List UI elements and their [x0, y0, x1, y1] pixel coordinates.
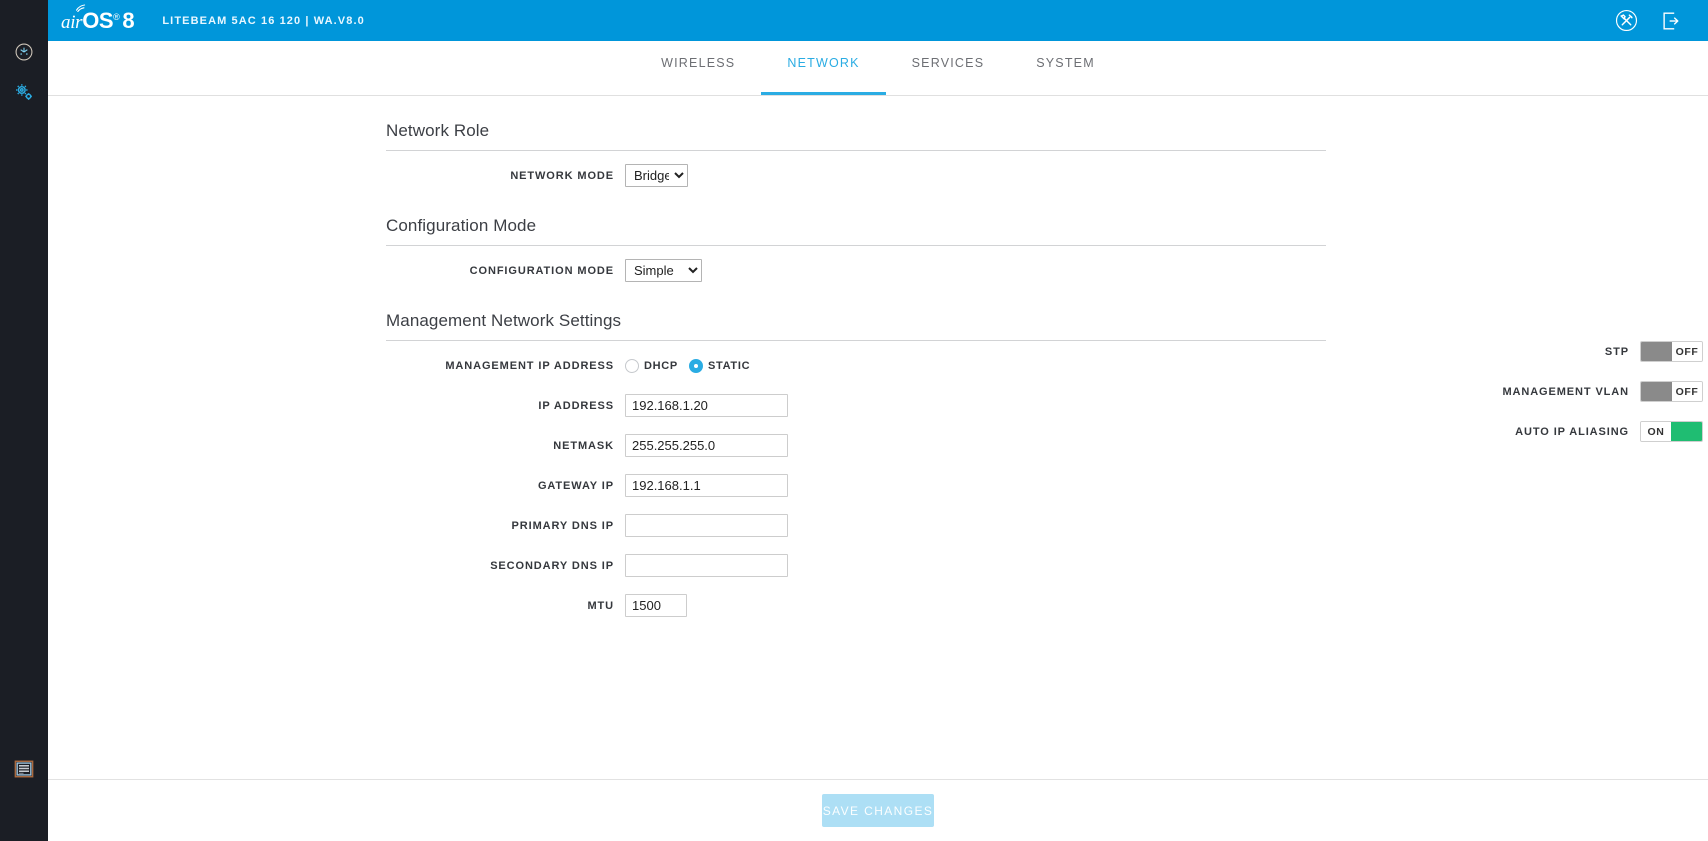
section-divider [386, 340, 1326, 341]
field-row-primary-dns-ip: PRIMARY DNS IP [378, 510, 1378, 541]
ip-address-input[interactable] [625, 394, 788, 417]
label-management-vlan: MANAGEMENT VLAN [1502, 385, 1629, 398]
top-header-bar: air OS ® 8 LITEBEAM 5AC 16 120 | WA.V8.0 [0, 0, 1708, 41]
auto-ip-aliasing-toggle-knob [1671, 422, 1702, 441]
label-netmask: NETMASK [553, 439, 614, 452]
label-stp: STP [1604, 345, 1629, 358]
logout-button[interactable] [1660, 10, 1682, 32]
field-row-mtu: MTU [378, 590, 1378, 621]
primary-dns-ip-input[interactable] [625, 514, 788, 537]
section-divider [386, 245, 1326, 246]
toggle-row-management-vlan: MANAGEMENT VLAN OFF [1373, 376, 1703, 407]
field-row-secondary-dns-ip: SECONDARY DNS IP [378, 550, 1378, 581]
wifi-signal-icon [75, 3, 86, 12]
tab-wireless[interactable]: WIRELESS [635, 41, 761, 95]
field-row-gateway-ip: GATEWAY IP [378, 470, 1378, 501]
tools-icon [1615, 9, 1638, 32]
sidebar-item-logs[interactable] [0, 749, 48, 789]
radio-option-static[interactable]: STATIC [688, 358, 751, 373]
mtu-input[interactable] [625, 594, 687, 617]
management-ip-address-radio-group: DHCP STATIC [625, 358, 751, 373]
radio-static-indicator [688, 358, 703, 373]
section-title-configuration-mode: Configuration Mode [386, 216, 537, 235]
main-tab-bar: WIRELESS NETWORK SERVICES SYSTEM [48, 41, 1708, 96]
settings-content-area: Network Role NETWORK MODE Bridge Configu… [48, 96, 1708, 841]
save-changes-button[interactable]: SAVE CHANGES [822, 794, 934, 827]
airos-app-window: air OS ® 8 LITEBEAM 5AC 16 120 | WA.V8.0 [0, 0, 1708, 841]
auto-ip-aliasing-toggle[interactable]: ON [1640, 421, 1703, 442]
toggle-row-stp: STP OFF [1373, 336, 1703, 367]
field-row-management-ip-address: MANAGEMENT IP ADDRESS DHCP STATIC [378, 350, 1378, 381]
section-configuration-mode: Configuration Mode CONFIGURATION MODE Si… [378, 191, 1378, 286]
tab-system[interactable]: SYSTEM [1010, 41, 1121, 95]
auto-ip-aliasing-toggle-state: ON [1641, 422, 1671, 441]
rail-top-group [0, 0, 48, 112]
label-ip-address: IP ADDRESS [538, 399, 614, 412]
stp-toggle[interactable]: OFF [1640, 341, 1703, 362]
logs-icon [14, 760, 34, 778]
configuration-mode-select[interactable]: Simple [625, 259, 702, 282]
management-vlan-toggle[interactable]: OFF [1640, 381, 1703, 402]
tools-button[interactable] [1615, 9, 1638, 32]
label-configuration-mode: CONFIGURATION MODE [469, 264, 614, 277]
label-secondary-dns-ip: SECONDARY DNS IP [490, 559, 614, 572]
field-row-network-mode: NETWORK MODE Bridge [378, 160, 1378, 191]
label-primary-dns-ip: PRIMARY DNS IP [511, 519, 614, 532]
header-actions [1615, 9, 1708, 32]
field-row-configuration-mode: CONFIGURATION MODE Simple [378, 255, 1378, 286]
airos-registered-mark: ® [113, 11, 120, 22]
section-management-network: Management Network Settings MANAGEMENT I… [378, 286, 1703, 621]
label-auto-ip-aliasing: AUTO IP ALIASING [1515, 425, 1629, 438]
field-row-ip-address: IP ADDRESS [378, 390, 1378, 421]
label-gateway-ip: GATEWAY IP [537, 479, 614, 492]
management-vlan-toggle-state: OFF [1672, 382, 1702, 401]
airos-air-text: air [61, 11, 83, 33]
left-navigation-rail [0, 0, 48, 841]
secondary-dns-ip-input[interactable] [625, 554, 788, 577]
label-network-mode: NETWORK MODE [510, 169, 614, 182]
management-vlan-toggle-knob [1641, 382, 1672, 401]
rail-bottom-group [0, 749, 48, 789]
footer-bar: SAVE CHANGES [48, 779, 1708, 841]
section-divider [386, 150, 1326, 151]
netmask-input[interactable] [625, 434, 788, 457]
dashboard-icon [15, 43, 33, 61]
settings-gears-icon [16, 84, 32, 100]
logout-icon [1663, 12, 1679, 29]
toggle-row-auto-ip-aliasing: AUTO IP ALIASING ON [1373, 416, 1703, 447]
tab-network[interactable]: NETWORK [761, 41, 886, 95]
device-title: LITEBEAM 5AC 16 120 | WA.V8.0 [162, 14, 365, 27]
gateway-ip-input[interactable] [625, 474, 788, 497]
management-network-toggles: STP OFF MANAGEMENT VLAN OFF AUTO IP ALIA… [1373, 327, 1703, 447]
section-title-management-network: Management Network Settings [386, 311, 622, 330]
network-mode-select[interactable]: Bridge [625, 164, 688, 187]
airos-version-text: 8 [122, 7, 135, 33]
radio-option-dhcp[interactable]: DHCP [625, 358, 678, 373]
sidebar-item-dashboard[interactable] [0, 32, 48, 72]
radio-dhcp-label: DHCP [644, 359, 678, 372]
stp-toggle-state: OFF [1672, 342, 1702, 361]
radio-static-label: STATIC [707, 359, 751, 372]
label-management-ip-address: MANAGEMENT IP ADDRESS [445, 359, 614, 372]
section-title-network-role: Network Role [386, 121, 490, 140]
airos-wordmark: air OS ® 8 [61, 3, 135, 34]
tab-services[interactable]: SERVICES [886, 41, 1011, 95]
radio-dhcp-indicator [625, 358, 639, 373]
stp-toggle-knob [1641, 342, 1672, 361]
label-mtu: MTU [587, 599, 614, 612]
field-row-netmask: NETMASK [378, 430, 1378, 461]
sidebar-item-settings[interactable] [0, 72, 48, 112]
section-network-role: Network Role NETWORK MODE Bridge [378, 96, 1378, 191]
